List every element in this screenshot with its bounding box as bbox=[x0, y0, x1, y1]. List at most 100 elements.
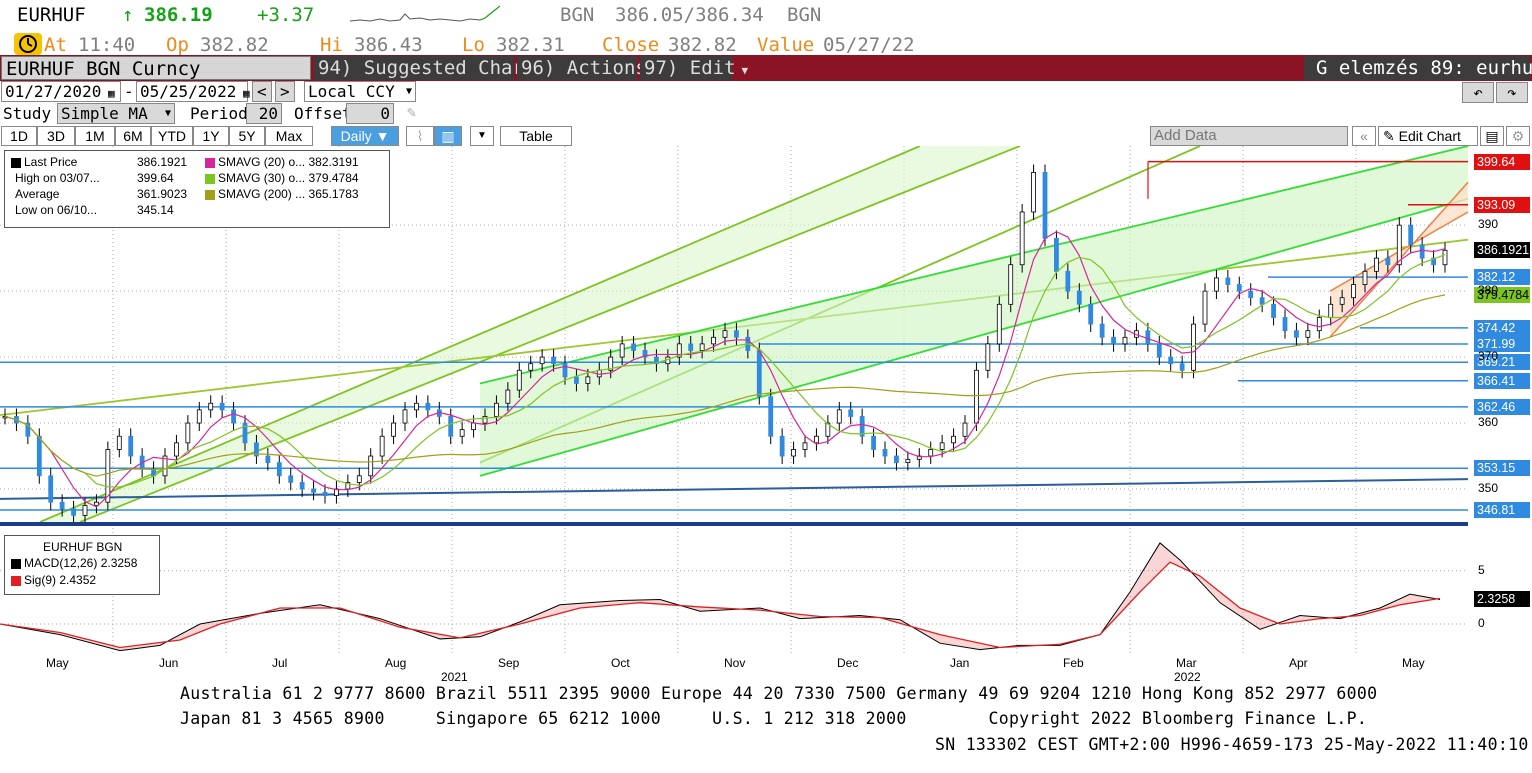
legend-value: 399.64 bbox=[137, 171, 174, 185]
panel-divider[interactable] bbox=[0, 522, 1468, 526]
candle bbox=[1076, 290, 1082, 305]
redo-button[interactable]: ↷ bbox=[1496, 82, 1528, 103]
offset-input[interactable]: 0 bbox=[346, 103, 394, 124]
y-tick-label: 370 bbox=[1478, 349, 1499, 364]
candle bbox=[1065, 270, 1071, 292]
legend-sma20: SMAVG (20) o... 382.3191 bbox=[205, 155, 359, 170]
price-label: 366.41 bbox=[1474, 372, 1530, 389]
candle bbox=[574, 376, 579, 384]
candle bbox=[128, 435, 134, 457]
dropdown-caret-icon: ▼ bbox=[164, 108, 171, 119]
macd-chart[interactable] bbox=[0, 528, 1532, 658]
timeframe-1d[interactable]: 1D bbox=[1, 126, 37, 146]
interval-select[interactable]: Daily ▼ bbox=[331, 126, 399, 146]
candle bbox=[82, 505, 88, 516]
collapse-icon[interactable]: « bbox=[1352, 126, 1376, 146]
edit-button[interactable]: 97) Edit ▼ bbox=[640, 56, 748, 80]
add-data-input[interactable]: Add Data bbox=[1150, 126, 1348, 146]
candle-chart-icon[interactable]: ▥ bbox=[434, 126, 462, 146]
undo-button[interactable]: ↶ bbox=[1462, 82, 1494, 103]
open-value: 382.82 bbox=[200, 34, 269, 56]
prev-period-button[interactable]: < bbox=[252, 81, 272, 102]
candle bbox=[528, 363, 534, 371]
security-field[interactable]: EURHUF BGN Curncy bbox=[1, 56, 311, 80]
candle bbox=[1419, 244, 1425, 259]
price-legend: Last Price 386.1921 High on 03/07... 399… bbox=[4, 150, 390, 228]
candle bbox=[1339, 297, 1345, 305]
ticker: EURHUF bbox=[17, 4, 86, 26]
candle bbox=[985, 343, 991, 371]
candle bbox=[208, 402, 214, 411]
chart-type-caret-icon[interactable]: ▼ bbox=[470, 126, 494, 146]
pencil-icon: ✎ bbox=[1383, 128, 1399, 144]
end-date-field[interactable]: 05/25/2022 ▦ bbox=[136, 81, 250, 102]
candle bbox=[1305, 330, 1311, 338]
x-month-label: Jun bbox=[159, 656, 179, 670]
legend-dots: o... bbox=[288, 171, 306, 185]
legend-value: 345.14 bbox=[137, 203, 174, 217]
macd-legend: EURHUF BGN MACD(12,26) 2.3258 Sig(9) 2.4… bbox=[4, 535, 160, 595]
pencil-icon[interactable]: ✎ bbox=[407, 103, 416, 121]
study-select[interactable]: Simple MA ▼ bbox=[57, 103, 175, 124]
edit-chart-button[interactable]: ✎ Edit Chart bbox=[1378, 126, 1478, 146]
price-label: 346.81 bbox=[1474, 502, 1530, 519]
timeframe-5y[interactable]: 5Y bbox=[229, 126, 265, 146]
legend-dots: ... bbox=[295, 187, 306, 201]
candle bbox=[1168, 356, 1174, 365]
timeframe-6m[interactable]: 6M bbox=[115, 126, 151, 146]
table-button[interactable]: Table bbox=[500, 126, 572, 146]
clock-icon[interactable] bbox=[14, 33, 42, 55]
legend-high: High on 03/07... bbox=[15, 171, 100, 186]
candle bbox=[734, 330, 739, 338]
legend-swatch bbox=[11, 157, 21, 168]
line-chart-icon[interactable]: ⌇ bbox=[406, 126, 434, 146]
actions-button[interactable]: 96) Actions▼ bbox=[517, 56, 659, 80]
candle bbox=[779, 435, 785, 457]
macd-price-label: 2.3258 bbox=[1474, 591, 1530, 608]
candle bbox=[368, 455, 374, 477]
quote-detail-row: At 11:40 Op 382.82 Hi 386.43 Lo 382.31 C… bbox=[0, 30, 1532, 56]
legend-label: Low on 06/10... bbox=[15, 203, 98, 217]
candle bbox=[322, 491, 328, 497]
period-input[interactable]: 20 bbox=[246, 103, 282, 124]
x-month-label: Nov bbox=[724, 656, 746, 670]
legend-sma30: SMAVG (30) o... 379.4784 bbox=[205, 171, 359, 186]
timeframe-3d[interactable]: 3D bbox=[37, 126, 75, 146]
candle bbox=[1179, 363, 1185, 371]
chart-title: G elemzés 89: eurhuf bbox=[1304, 56, 1532, 80]
timeframe-1y[interactable]: 1Y bbox=[193, 126, 229, 146]
timeframe-ytd[interactable]: YTD bbox=[151, 126, 193, 146]
legend-value: 365.1783 bbox=[308, 187, 359, 201]
timeframe-1m[interactable]: 1M bbox=[75, 126, 115, 146]
undo-icon: ↶ bbox=[1473, 83, 1483, 102]
candle bbox=[288, 475, 294, 483]
calendar-icon: ▦ bbox=[236, 87, 250, 100]
dropdown-caret-icon: ▼ bbox=[405, 86, 412, 97]
next-period-button[interactable]: > bbox=[275, 81, 295, 102]
candle bbox=[1225, 277, 1231, 285]
start-date-field[interactable]: 01/27/2020 ▦ bbox=[1, 81, 121, 102]
candle bbox=[425, 402, 431, 411]
gear-icon[interactable]: ⚙ bbox=[1506, 126, 1530, 146]
timeframe-max[interactable]: Max bbox=[265, 126, 313, 146]
candle bbox=[848, 409, 854, 417]
legend-swatch bbox=[11, 558, 21, 569]
candle bbox=[299, 482, 305, 490]
legend-value: 382.3191 bbox=[308, 155, 359, 169]
legend-label: MACD(12,26) bbox=[24, 556, 98, 570]
candle bbox=[688, 343, 694, 351]
candle bbox=[551, 356, 556, 365]
period-label: Period bbox=[190, 104, 248, 123]
candle bbox=[391, 422, 396, 437]
dropdown-caret-icon: ▼ bbox=[741, 64, 749, 77]
candle bbox=[882, 449, 888, 457]
candle bbox=[802, 442, 808, 450]
candle bbox=[585, 376, 591, 384]
macd-legend-macd: MACD(12,26) 2.3258 bbox=[11, 556, 137, 571]
currency-select[interactable]: Local CCY ▼ bbox=[304, 81, 416, 102]
suggested-charts-button[interactable]: 94) Suggested Charts bbox=[314, 56, 547, 80]
candle bbox=[516, 369, 522, 391]
candle bbox=[1008, 264, 1014, 305]
chart-settings-icon[interactable]: ▤ bbox=[1480, 126, 1504, 146]
candle bbox=[1019, 211, 1025, 266]
